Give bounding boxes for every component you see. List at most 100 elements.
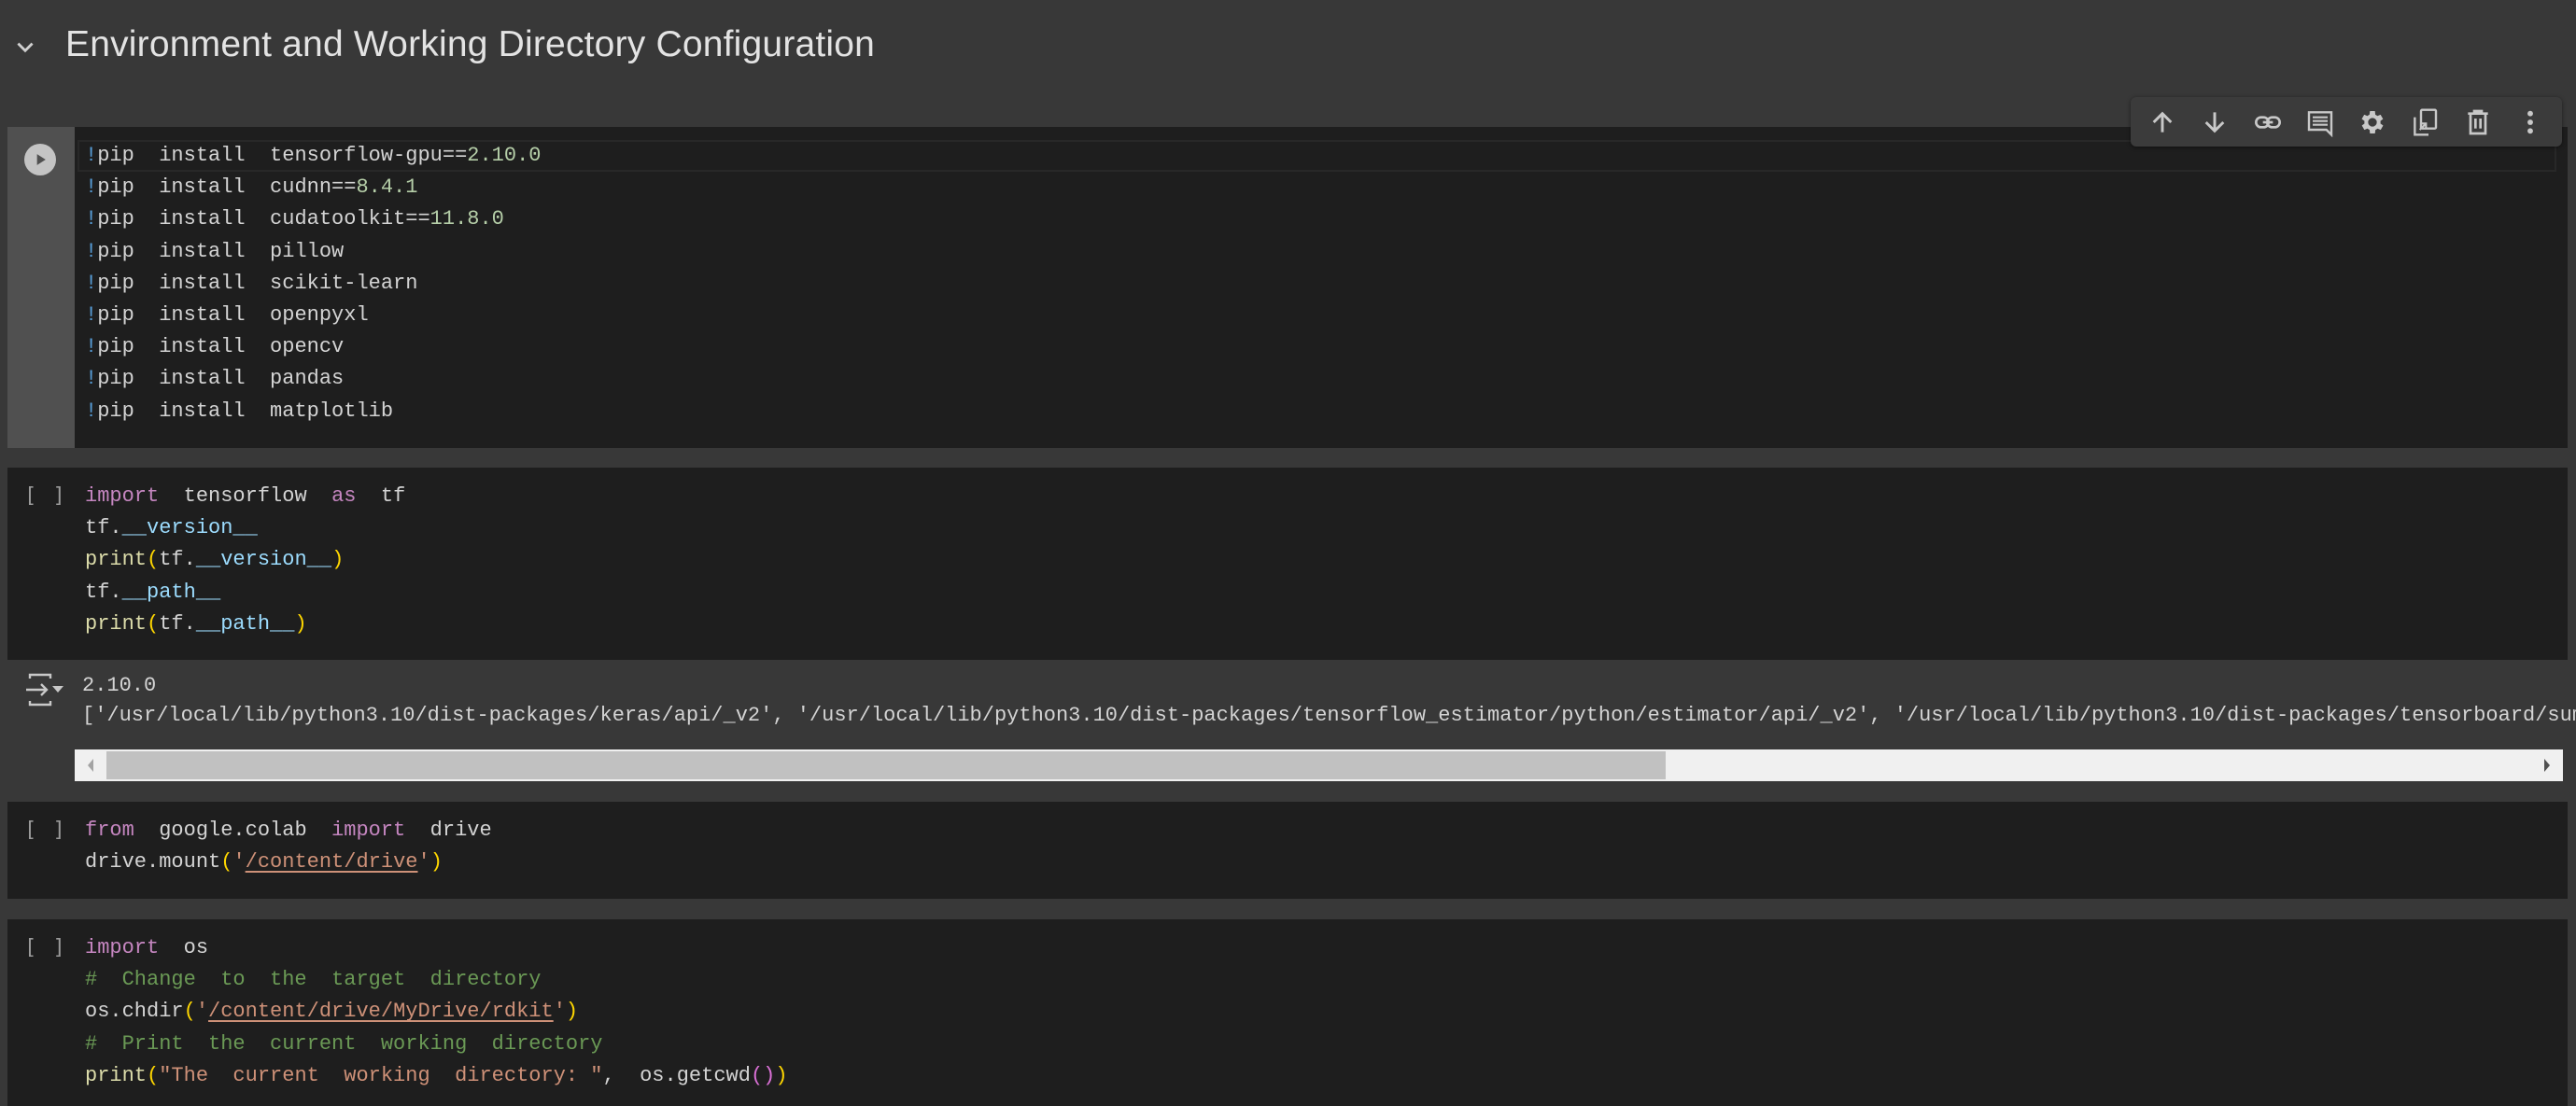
code-token: ( [220, 850, 233, 875]
code-editor[interactable]: import tensorflow as tf tf.__version__ pri… [85, 481, 2556, 640]
code-token: pip install opencv [97, 335, 345, 359]
code-line[interactable]: os.chdir('/content/drive/MyDrive/rdkit') [85, 996, 2556, 1028]
code-cell[interactable]: !pip install tensorflow-gpu==2.10.0 !pip … [7, 127, 2568, 448]
code-cell[interactable]: [ ] import tensorflow as tf tf.__version_… [7, 468, 2568, 660]
code-token: tensorflow [159, 484, 332, 508]
code-cell[interactable]: [ ] import os # Change to the target dire… [7, 919, 2568, 1106]
code-token: ( [147, 1063, 160, 1087]
comment-icon [2307, 110, 2333, 137]
mirror-cell-button[interactable] [2406, 104, 2443, 141]
play-icon [36, 154, 46, 165]
code-token: __path__ [121, 580, 221, 604]
add-comment-button[interactable] [2302, 104, 2339, 141]
code-token: # Print the current working directory [85, 1031, 603, 1056]
scroll-right-button[interactable] [2531, 749, 2563, 781]
copy-link-button[interactable] [2249, 104, 2287, 141]
code-cell[interactable]: [ ] from google.colab import drive drive.… [7, 802, 2568, 899]
code-token: ) [294, 611, 307, 636]
code-editor[interactable]: import os # Change to the target director… [85, 932, 2556, 1092]
code-token: from [85, 819, 134, 842]
code-token: pip install cudatoolkit== [97, 207, 430, 231]
code-line[interactable]: print(tf.__version__) [85, 544, 2556, 576]
code-token: pip install matplotlib [97, 399, 394, 423]
execution-count[interactable]: [ ] [24, 819, 67, 842]
code-token: pip install openpyxl [97, 302, 369, 327]
code-token: tf. [85, 580, 122, 604]
code-line[interactable]: tf.__path__ [85, 577, 2556, 609]
code-line[interactable]: !pip install pillow [85, 236, 2556, 268]
output-line: ['/usr/local/lib/python3.10/dist-package… [82, 704, 2576, 727]
scrollbar-thumb[interactable] [106, 751, 1666, 779]
code-line[interactable]: import os [85, 932, 2556, 964]
horizontal-scrollbar[interactable] [75, 749, 2563, 781]
chevron-down-icon[interactable] [13, 35, 37, 60]
code-editor[interactable]: !pip install tensorflow-gpu==2.10.0 !pip … [85, 140, 2556, 427]
code-token: __path__ [195, 611, 295, 636]
code-token: google.colab [134, 819, 332, 842]
code-line[interactable]: # Change to the target directory [85, 964, 2556, 996]
code-line[interactable]: drive.mount('/content/drive') [85, 847, 2556, 878]
code-token: ! [85, 207, 98, 231]
code-line[interactable]: # Print the current working directory [85, 1029, 2556, 1060]
output-toggle-icon[interactable] [24, 671, 69, 708]
code-token: ) [775, 1063, 788, 1087]
code-token: 8.4.1 [356, 175, 418, 200]
code-token: print [85, 548, 148, 572]
more-actions-button[interactable] [2512, 104, 2549, 141]
run-cell-button[interactable] [24, 144, 56, 175]
code-token: ' [232, 850, 246, 875]
code-line[interactable]: print(tf.__path__) [85, 609, 2556, 640]
code-token: pip install pillow [97, 239, 345, 263]
code-line[interactable]: from google.colab import drive [85, 815, 2556, 847]
code-line[interactable]: !pip install matplotlib [85, 396, 2556, 427]
more-vert-icon [2527, 110, 2533, 133]
code-line[interactable]: !pip install cudatoolkit==11.8.0 [85, 203, 2556, 235]
code-token: ' [195, 1000, 209, 1024]
code-line[interactable]: !pip install openpyxl [85, 300, 2556, 331]
trash-icon [2467, 109, 2488, 134]
code-line[interactable]: !pip install cudnn==8.4.1 [85, 172, 2556, 203]
move-cell-down-button[interactable] [2196, 104, 2233, 141]
code-token: os [159, 936, 209, 959]
code-token[interactable]: /content/drive [246, 850, 418, 874]
output-line: 2.10.0 [82, 674, 157, 697]
code-token: "The current working directory: " [159, 1063, 603, 1087]
execution-count[interactable]: [ ] [24, 484, 67, 508]
code-token: ! [85, 239, 98, 263]
code-token: ! [85, 367, 98, 391]
code-line[interactable]: !pip install pandas [85, 363, 2556, 395]
code-token: pip install pandas [97, 367, 345, 391]
code-token: ' [553, 1000, 566, 1024]
cell-settings-button[interactable] [2354, 104, 2391, 141]
code-token[interactable]: /content/drive/MyDrive/rdkit [208, 1000, 554, 1023]
code-token: ! [85, 302, 98, 327]
code-token: as [331, 484, 357, 508]
code-token: drive.mount [85, 850, 221, 875]
arrow-down-icon [2205, 111, 2225, 133]
code-token: ! [85, 271, 98, 295]
code-token: __version__ [195, 548, 332, 572]
code-token: tf. [159, 548, 196, 572]
scroll-left-button[interactable] [75, 749, 106, 781]
code-token: import [331, 819, 406, 842]
move-cell-up-button[interactable] [2144, 104, 2181, 141]
execution-count[interactable]: [ ] [24, 936, 67, 959]
code-token: tf [356, 484, 406, 508]
code-line[interactable]: print("The current working directory: ",… [85, 1060, 2556, 1092]
code-token: print [85, 1063, 148, 1087]
code-line[interactable]: tf.__version__ [85, 512, 2556, 544]
cell-output: 2.10.0 ['/usr/local/lib/python3.10/dist-p… [7, 660, 2576, 784]
code-token: ) [429, 850, 443, 875]
delete-cell-button[interactable] [2459, 104, 2497, 141]
code-token: () [750, 1063, 776, 1087]
code-line[interactable]: !pip install scikit-learn [85, 268, 2556, 300]
caret-right-icon [2544, 759, 2550, 772]
code-token: pip install tensorflow-gpu== [97, 144, 468, 167]
code-editor[interactable]: from google.colab import drive drive.moun… [85, 815, 2556, 878]
caret-left-icon [88, 759, 93, 772]
cell-toolbar [2131, 97, 2562, 147]
gear-icon [2361, 110, 2384, 133]
code-line[interactable]: !pip install opencv [85, 331, 2556, 363]
code-line[interactable]: import tensorflow as tf [85, 481, 2556, 512]
code-token: drive [405, 819, 492, 842]
